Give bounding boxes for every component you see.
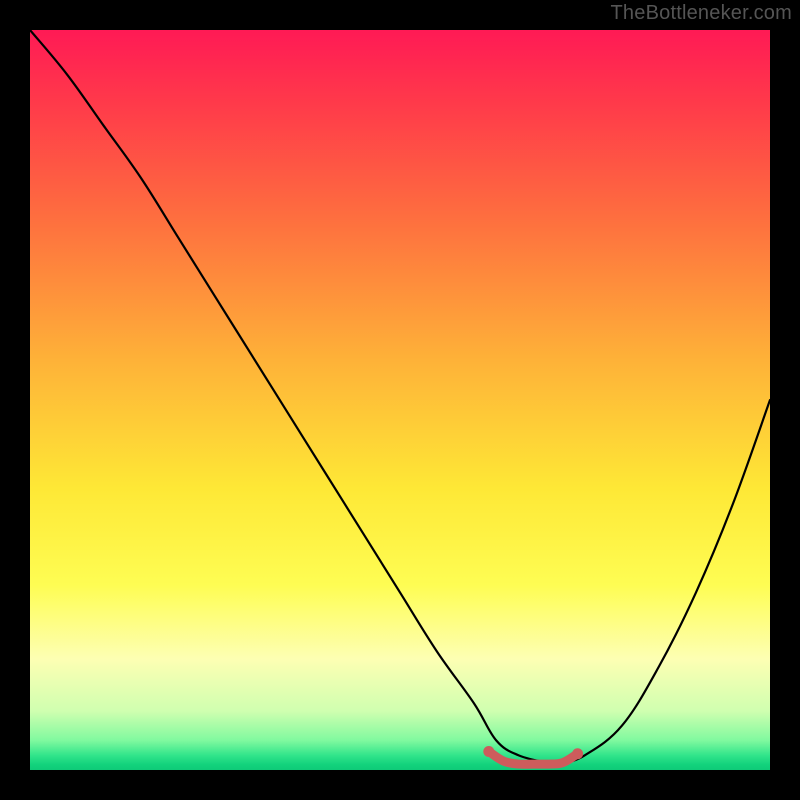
chart-svg [30,30,770,770]
optimal-marker-end [572,748,583,759]
optimal-marker [489,752,578,765]
optimal-marker-start [483,746,494,757]
bottleneck-curve [30,30,770,764]
plot-area [30,30,770,770]
chart-frame: TheBottleneker.com [0,0,800,800]
watermark-text: TheBottleneker.com [611,2,792,25]
